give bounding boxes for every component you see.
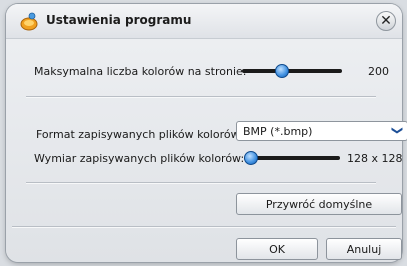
- dialog-title: Ustawienia programu: [46, 13, 192, 27]
- format-select-value: BMP (*.bmp): [243, 125, 313, 138]
- title-bar[interactable]: Ustawienia programu ✕: [6, 4, 402, 39]
- format-select[interactable]: BMP (*.bmp) ❯: [236, 121, 407, 141]
- close-button[interactable]: ✕: [376, 11, 396, 31]
- separator: [26, 96, 376, 97]
- cancel-button[interactable]: Anuluj: [326, 238, 402, 260]
- dimension-slider-thumb[interactable]: [244, 151, 258, 165]
- separator: [26, 182, 376, 183]
- ok-button[interactable]: OK: [236, 238, 318, 260]
- dimension-slider-track: [244, 156, 340, 160]
- dimension-label: Wymiar zapisywanych plików kolorów:: [34, 152, 245, 165]
- close-icon: ✕: [380, 13, 392, 29]
- max-colors-slider-thumb[interactable]: [275, 64, 289, 78]
- max-colors-value: 200: [368, 65, 389, 78]
- max-colors-slider[interactable]: [242, 63, 342, 79]
- max-colors-label: Maksymalna liczba kolorów na stronie:: [34, 65, 247, 78]
- max-colors-slider-track: [242, 69, 342, 73]
- separator: [12, 226, 396, 227]
- dimension-value: 128 x 128: [347, 152, 403, 165]
- dimension-slider[interactable]: [244, 150, 340, 166]
- restore-defaults-button[interactable]: Przywróć domyślne: [236, 193, 402, 215]
- app-icon: [20, 12, 38, 31]
- format-label: Format zapisywanych plików kolorów:: [36, 128, 243, 141]
- chevron-down-icon: ❯: [390, 125, 404, 136]
- settings-dialog: Ustawienia programu ✕ Maksymalna liczba …: [6, 4, 407, 262]
